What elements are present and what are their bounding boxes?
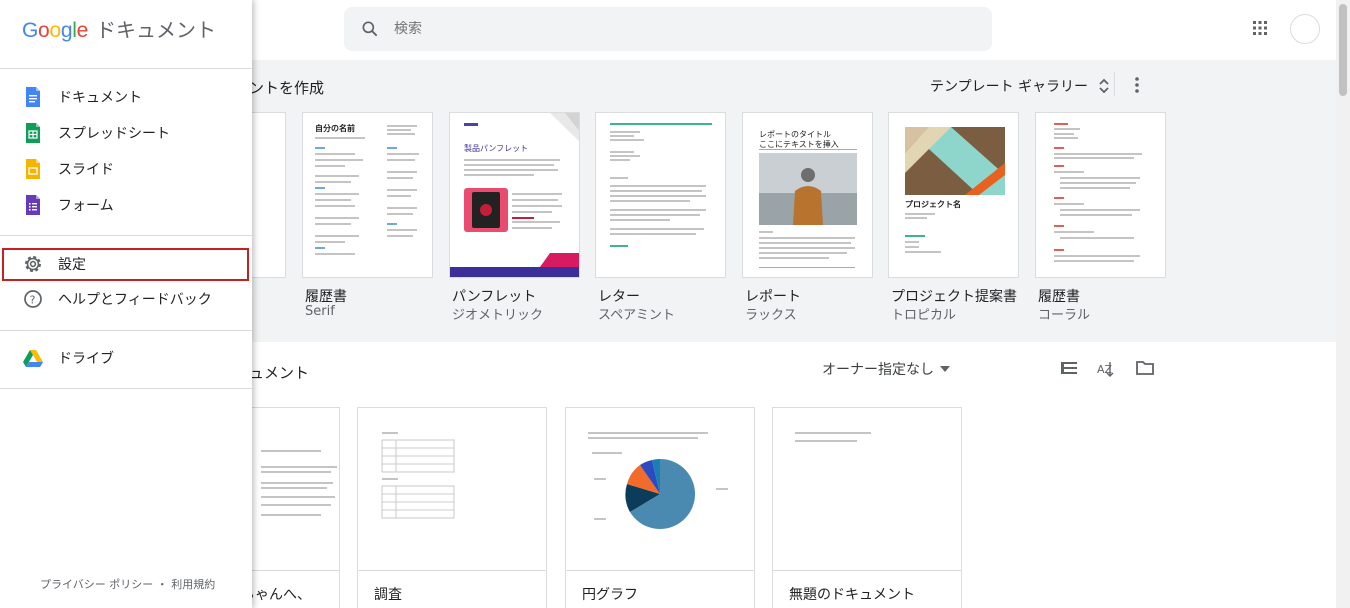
account-avatar[interactable] (1290, 14, 1320, 44)
folder-icon[interactable] (1135, 358, 1155, 378)
template-thumb-graphic (450, 113, 579, 277)
product-name: ドキュメント (95, 18, 216, 42)
doc-thumb-pie-chart (588, 432, 728, 529)
template-gallery-label: テンプレート ギャラリー (930, 79, 1089, 95)
template-name: 履歴書 (1038, 289, 1080, 305)
template-thumb-lines (610, 123, 712, 247)
template-subname: ラックス (745, 308, 797, 323)
template-thumb-lines (1054, 123, 1142, 262)
apps-grid-icon[interactable] (1250, 18, 1270, 38)
drive-icon (23, 350, 43, 367)
app-logo[interactable]: Google ドキュメント (22, 14, 216, 43)
unfold-icon (1099, 78, 1109, 94)
sidebar-item-label: フォーム (58, 198, 114, 214)
template-thumb-graphic (905, 127, 1005, 253)
template-card-letter[interactable] (595, 112, 726, 278)
caret-down-icon (940, 366, 950, 372)
forms-icon (26, 195, 40, 215)
sort-az-icon[interactable]: AZ (1096, 358, 1116, 378)
template-name: 履歴書 (305, 289, 347, 305)
sidebar-item-drive[interactable]: ドライブ (0, 340, 252, 376)
app-page: メントを作成 テンプレート ギャラリー 自分の名前 (0, 0, 1350, 608)
help-icon: ? (24, 290, 42, 308)
template-card-resume-serif[interactable]: 自分の名前 (302, 112, 433, 278)
sidebar-divider (0, 235, 252, 236)
template-card-report[interactable]: レポートのタイトル ここにテキストを挿入 (742, 112, 873, 278)
template-subname: ジオメトリック (452, 308, 544, 323)
search-bar[interactable] (344, 7, 992, 51)
doc-thumbnail (358, 408, 546, 571)
doc-name: 調査 (374, 587, 402, 603)
sidebar-item-forms[interactable]: フォーム (0, 187, 252, 223)
doc-thumb-table (381, 432, 455, 519)
sidebar-item-help[interactable]: ? ヘルプとフィードバック (0, 281, 252, 317)
template-thumb-title: プロジェクト名 (905, 200, 961, 209)
sidebar-divider (0, 330, 252, 331)
doc-thumbnail (773, 408, 961, 571)
doc-name: 無題のドキュメント (789, 587, 915, 603)
gallery-divider (1114, 72, 1115, 96)
sidebar-divider (0, 388, 252, 389)
list-view-icon[interactable] (1059, 358, 1079, 378)
search-icon (362, 21, 378, 37)
recent-doc-card[interactable]: 無題のドキュメント (772, 407, 962, 608)
template-subname: コーラル (1038, 308, 1091, 323)
privacy-terms-links[interactable]: プライバシー ポリシー ・ 利用規約 (40, 576, 215, 592)
navigation-drawer: Google ドキュメント ドキュメント スプレッドシート スライド フォーム (0, 0, 252, 608)
template-name: レポート (745, 289, 801, 305)
sidebar-item-label: スライド (58, 162, 114, 178)
more-vert-icon[interactable] (1128, 74, 1146, 96)
doc-thumb-lines (795, 432, 871, 442)
template-card-project-proposal[interactable]: プロジェクト名 (888, 112, 1019, 278)
template-thumb-photo (759, 149, 857, 268)
vertical-scrollbar[interactable] (1336, 0, 1350, 608)
template-name: レター (598, 289, 640, 305)
template-name: パンフレット (452, 289, 537, 305)
sheets-icon (26, 123, 40, 143)
sidebar-item-slides[interactable]: スライド (0, 151, 252, 187)
template-thumb-lines (315, 125, 419, 255)
template-card-resume-coral[interactable] (1035, 112, 1166, 278)
search-input[interactable] (394, 21, 894, 37)
sidebar-item-label: ドライブ (58, 351, 114, 367)
template-card-brochure[interactable]: 製品パンフレット (449, 112, 580, 278)
template-subname: トロピカル (891, 308, 957, 323)
doc-name: 円グラフ (582, 587, 638, 603)
sidebar-item-docs[interactable]: ドキュメント (0, 79, 252, 115)
owner-filter-dropdown[interactable]: オーナー指定なし (822, 359, 950, 379)
template-gallery-button[interactable]: テンプレート ギャラリー (930, 76, 1110, 96)
recent-doc-card[interactable]: 円グラフ (565, 407, 755, 608)
google-wordmark: Google (22, 19, 88, 42)
highlight-box (2, 248, 249, 281)
sidebar-item-sheets[interactable]: スプレッドシート (0, 115, 252, 151)
owner-filter-label: オーナー指定なし (822, 362, 934, 378)
doc-thumbnail (566, 408, 754, 571)
template-subname: スペアミント (598, 308, 675, 323)
template-thumb-title: 製品パンフレット (464, 144, 529, 153)
sidebar-item-label: ドキュメント (58, 90, 142, 106)
sidebar-item-label: ヘルプとフィードバック (58, 292, 212, 308)
slides-icon (26, 159, 40, 179)
docs-icon (26, 87, 40, 107)
svg-text:?: ? (30, 294, 36, 307)
template-name: プロジェクト提案書 (891, 289, 1017, 305)
sidebar-item-label: スプレッドシート (58, 126, 170, 142)
template-subname: Serif (305, 304, 335, 319)
scrollbar-thumb[interactable] (1339, 4, 1347, 96)
recent-doc-card[interactable]: 調査 (357, 407, 547, 608)
sidebar-divider (0, 68, 252, 69)
